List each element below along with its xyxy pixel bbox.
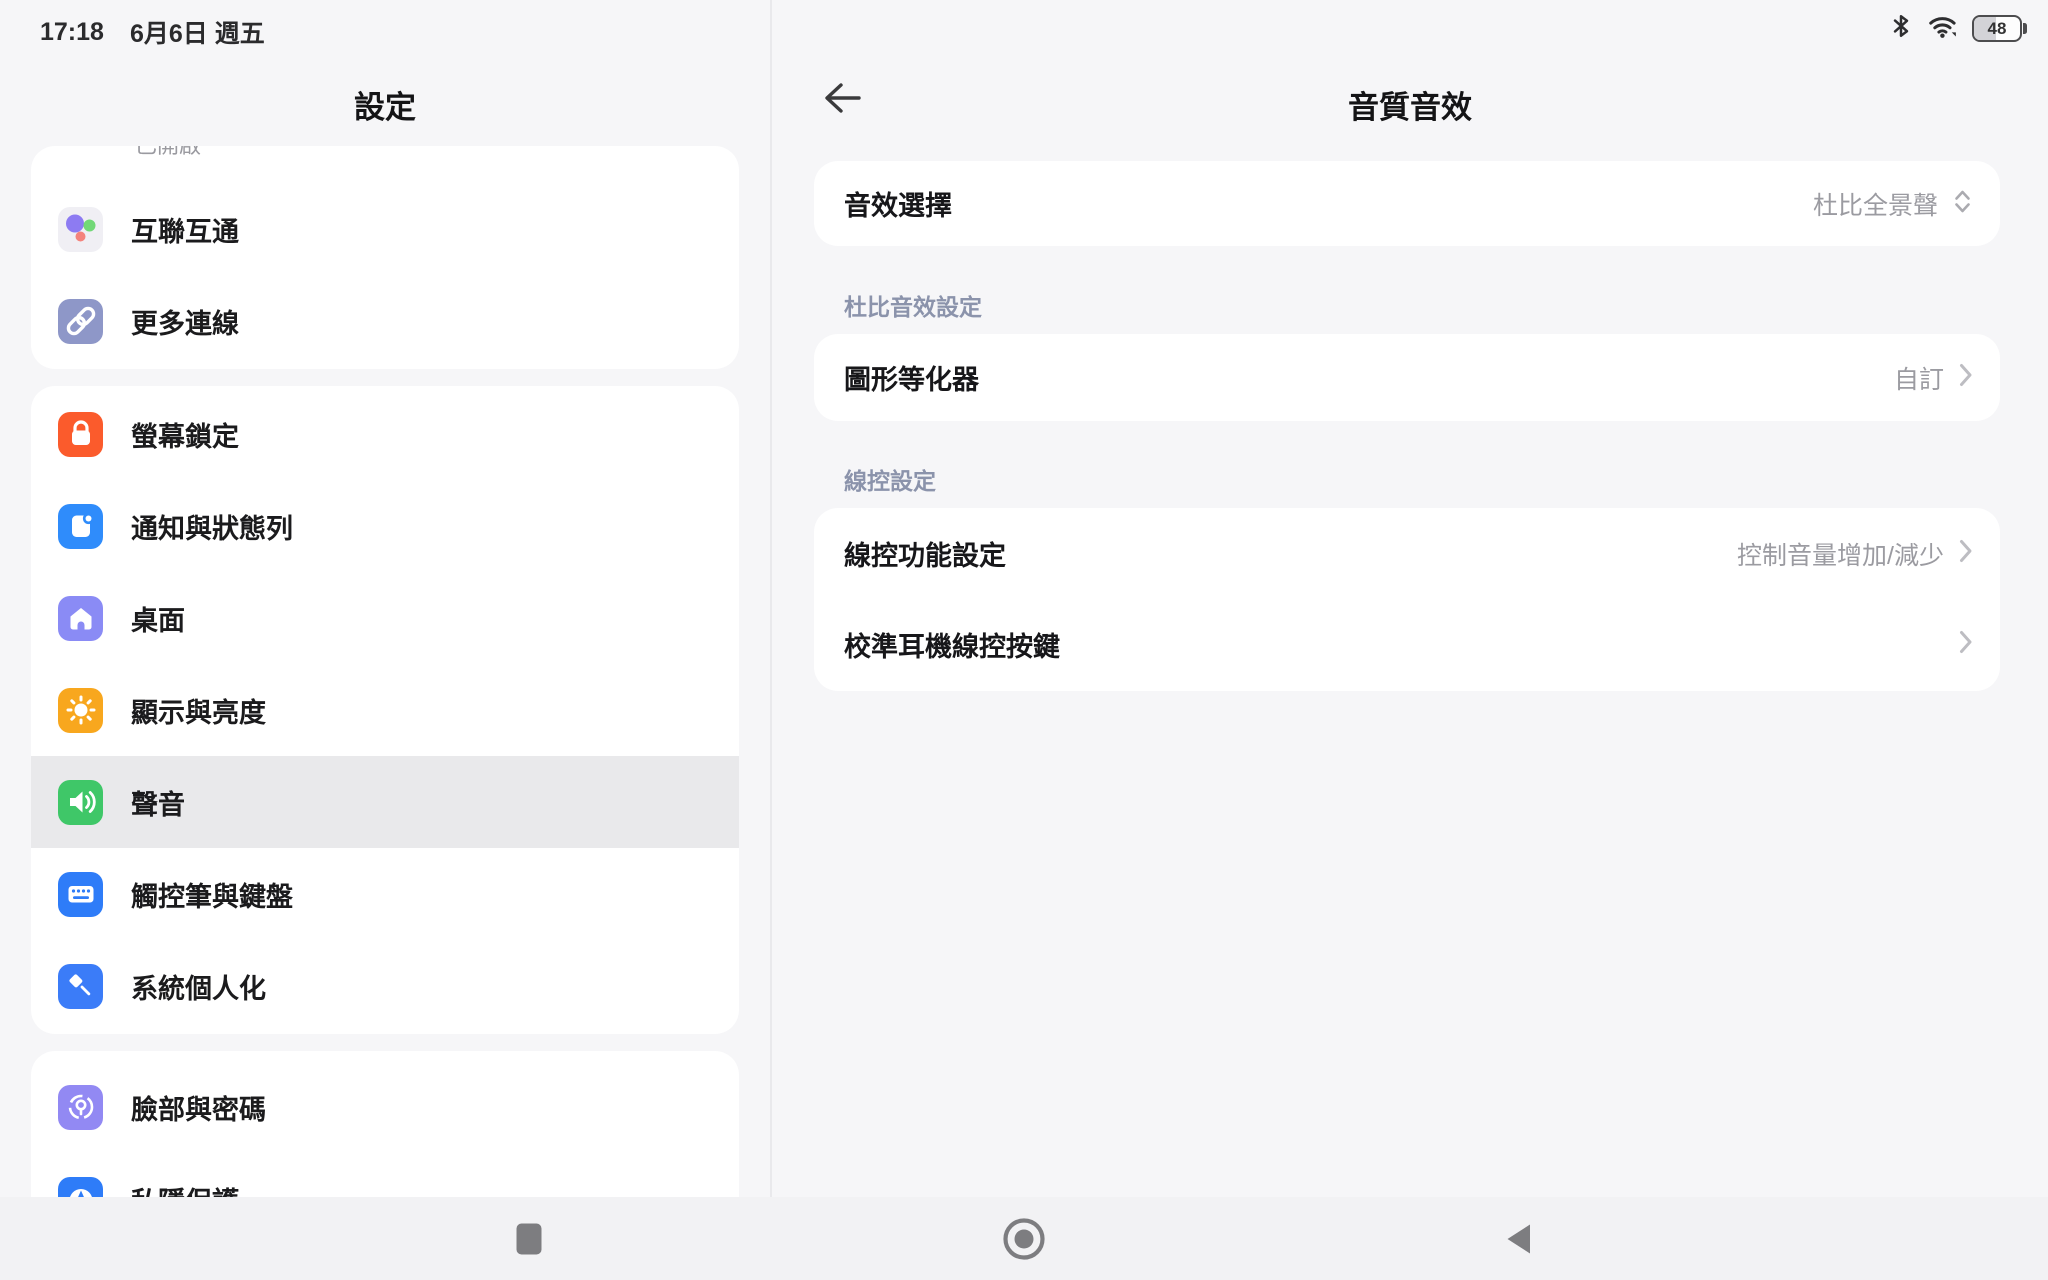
row-label: 圖形等化器 xyxy=(844,358,979,397)
more-connections-icon xyxy=(58,299,103,344)
recents-icon xyxy=(516,1223,542,1255)
sidebar-item-label: 系統個人化 xyxy=(131,967,266,1006)
settings-list-panel: 設定 已開啟 互聯互通 xyxy=(0,0,770,1197)
sidebar-item-label: 互聯互通 xyxy=(131,210,239,249)
wire-control-card: 線控功能設定 控制音量增加/減少 校準耳機線控按鍵 xyxy=(814,508,2000,691)
sidebar-item-face-password[interactable]: 臉部與密碼 xyxy=(31,1061,739,1153)
settings-group-system: 螢幕鎖定 通知與狀態列 xyxy=(31,386,739,1034)
interconnect-icon xyxy=(58,207,103,252)
sidebar-item-label: 臉部與密碼 xyxy=(131,1088,266,1127)
dolby-section-header: 杜比音效設定 xyxy=(844,288,982,322)
sidebar-item-label: 桌面 xyxy=(131,599,185,638)
sidebar-item-personalization[interactable]: 系統個人化 xyxy=(31,940,739,1032)
selected-sound-effect-value: 杜比全景聲 xyxy=(1813,186,1938,222)
row-label: 線控功能設定 xyxy=(844,534,1006,573)
sound-icon xyxy=(58,780,103,825)
home-nav-icon xyxy=(1002,1217,1046,1261)
chevron-up-down-icon xyxy=(1951,186,1974,222)
sidebar-item-label: 螢幕鎖定 xyxy=(131,415,239,454)
chevron-right-icon xyxy=(1957,537,1974,570)
personalization-icon xyxy=(58,964,103,1009)
calibrate-headset-buttons-row[interactable]: 校準耳機線控按鍵 xyxy=(814,599,2000,690)
sidebar-item-more-connections[interactable]: 更多連線 xyxy=(31,275,739,367)
face-password-icon xyxy=(58,1085,103,1130)
sidebar-item-label: 觸控筆與鍵盤 xyxy=(131,875,293,914)
chevron-right-icon xyxy=(1957,361,1974,394)
settings-group-connectivity: 已開啟 互聯互通 xyxy=(31,146,739,369)
sidebar-item-display-brightness[interactable]: 顯示與亮度 xyxy=(31,664,739,756)
navigation-bar xyxy=(0,1197,2048,1280)
display-brightness-icon xyxy=(58,688,103,733)
settings-title: 設定 xyxy=(0,82,770,127)
sidebar-item-sound[interactable]: 聲音 xyxy=(31,756,739,848)
clipped-list-item-text: 已開啟 xyxy=(135,146,739,159)
wire-control-function-value: 控制音量增加/減少 xyxy=(1737,536,1944,572)
sidebar-item-stylus-keyboard[interactable]: 觸控筆與鍵盤 xyxy=(31,848,739,940)
graphic-equalizer-row[interactable]: 圖形等化器 自訂 xyxy=(814,334,2000,421)
sidebar-item-screen-lock[interactable]: 螢幕鎖定 xyxy=(31,388,739,480)
home-button[interactable] xyxy=(964,1197,1084,1280)
back-triangle-icon xyxy=(1505,1223,1532,1255)
sidebar-item-home-screen[interactable]: 桌面 xyxy=(31,572,739,664)
chevron-right-icon xyxy=(1957,628,1974,661)
notifications-icon xyxy=(58,504,103,549)
row-label: 校準耳機線控按鍵 xyxy=(844,625,1060,664)
back-nav-button[interactable] xyxy=(1458,1197,1578,1280)
sound-effect-select-row[interactable]: 音效選擇 杜比全景聲 xyxy=(814,161,2000,246)
home-screen-icon xyxy=(58,596,103,641)
wire-control-section-header: 線控設定 xyxy=(844,462,936,496)
screen-lock-icon xyxy=(58,412,103,457)
wire-control-function-row[interactable]: 線控功能設定 控制音量增加/減少 xyxy=(814,508,2000,599)
sidebar-item-label: 聲音 xyxy=(131,783,185,822)
sound-effect-card: 音效選擇 杜比全景聲 xyxy=(814,161,2000,246)
recents-button[interactable] xyxy=(469,1197,589,1280)
sidebar-item-label: 通知與狀態列 xyxy=(131,507,293,546)
row-label: 音效選擇 xyxy=(844,184,952,223)
sidebar-item-label: 顯示與亮度 xyxy=(131,691,266,730)
equalizer-card: 圖形等化器 自訂 xyxy=(814,334,2000,421)
sidebar-item-label: 更多連線 xyxy=(131,302,239,341)
settings-list: 已開啟 互聯互通 xyxy=(31,146,739,1245)
stylus-keyboard-icon xyxy=(58,872,103,917)
battery-percent: 48 xyxy=(1988,19,2007,39)
sidebar-item-interconnect[interactable]: 互聯互通 xyxy=(31,183,739,275)
sound-quality-panel: 音質音效 音效選擇 杜比全景聲 杜比音效設定 圖形等化器 自訂 xyxy=(772,0,2048,1197)
page-title: 音質音效 xyxy=(772,82,2048,127)
equalizer-value: 自訂 xyxy=(1894,360,1944,396)
sidebar-item-notifications[interactable]: 通知與狀態列 xyxy=(31,480,739,572)
